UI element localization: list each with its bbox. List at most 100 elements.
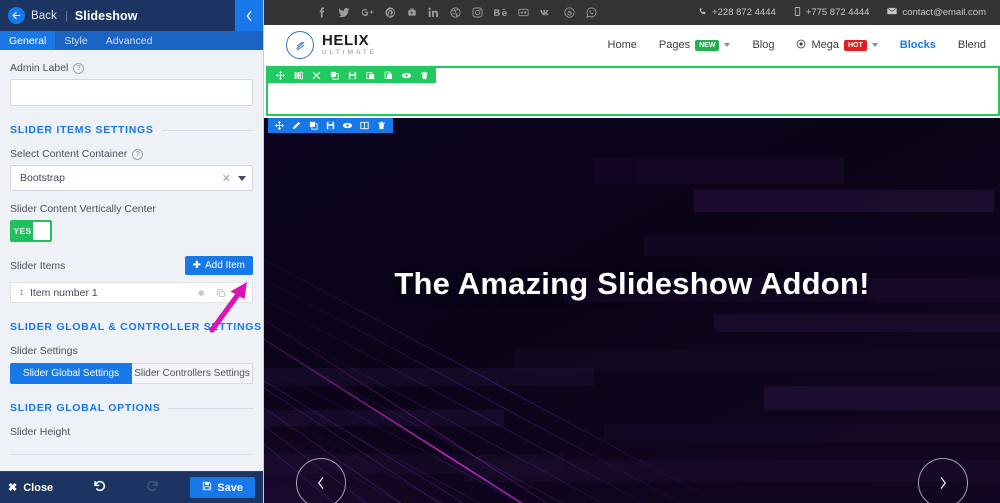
vertically-center-toggle[interactable]: YES [10, 220, 52, 242]
columns-icon[interactable] [289, 68, 307, 83]
dribbble-icon[interactable] [450, 7, 461, 18]
section-slider-global-controller-title: SLIDER GLOBAL & CONTROLLER SETTINGS [10, 321, 262, 333]
trash-icon[interactable] [373, 118, 390, 133]
menu-item-home[interactable]: Home [608, 39, 637, 51]
google-plus-icon[interactable] [361, 7, 374, 18]
back-button[interactable] [8, 7, 25, 24]
divider [10, 454, 253, 455]
select-content-container-text: Select Content Container [10, 148, 128, 160]
chevron-down-icon[interactable] [724, 43, 731, 47]
contact-phone[interactable]: +228 872 4444 [698, 7, 776, 19]
undo-button[interactable] [93, 479, 107, 497]
twitter-icon[interactable] [338, 7, 350, 18]
segment-slider-global-settings[interactable]: Slider Global Settings [10, 363, 132, 384]
contact-mobile[interactable]: +775 872 4444 [794, 6, 870, 19]
linkedin-icon[interactable] [428, 7, 439, 18]
contact-email[interactable]: contact@email.com [887, 7, 986, 18]
collapse-sidebar-button[interactable] [235, 0, 263, 31]
brand-text: HELIX ULTIMATE [322, 33, 377, 57]
mobile-phone-icon [794, 6, 801, 19]
chevron-down-icon[interactable] [238, 175, 246, 181]
question-circle-icon[interactable]: ? [73, 62, 85, 74]
copy-icon[interactable] [305, 118, 322, 133]
menu-item-mega[interactable]: Mega HOT [796, 39, 878, 52]
sidebar-footer: ✖ Close Save [0, 471, 263, 503]
tab-general[interactable]: General [0, 31, 56, 55]
slider-items-label: Slider Items [10, 259, 66, 272]
pinterest-icon[interactable] [385, 7, 396, 18]
envelope-icon [887, 7, 898, 18]
save-icon[interactable] [343, 68, 361, 83]
question-circle-icon[interactable]: ? [132, 148, 144, 160]
behance-icon[interactable] [494, 7, 507, 18]
menu-blog-label: Blog [752, 39, 775, 51]
helix-logo-icon [286, 31, 314, 59]
copy-icon[interactable] [325, 68, 343, 83]
vertically-center-label: Slider Content Vertically Center [10, 203, 253, 215]
menu-item-blend[interactable]: Blend [958, 39, 986, 51]
contact-mobile-text: +775 872 4444 [805, 7, 870, 18]
badge-hot: HOT [844, 39, 867, 51]
save-button[interactable]: Save [190, 477, 255, 498]
trash-icon[interactable] [236, 288, 246, 298]
gear-icon[interactable] [196, 288, 206, 298]
sidebar-header: Back | Slideshow [0, 0, 263, 31]
contact-email-text: contact@email.com [902, 7, 986, 18]
tab-advanced[interactable]: Advanced [97, 31, 162, 50]
slider-item-row[interactable]: ↕ Item number 1 [10, 282, 253, 303]
trash-icon[interactable] [415, 68, 433, 83]
chevron-down-icon[interactable] [871, 43, 878, 47]
eye-icon[interactable] [397, 68, 415, 83]
edit-pencil-icon[interactable] [288, 118, 305, 133]
menu-mega-label: Mega [811, 39, 839, 51]
close-icon[interactable] [307, 68, 325, 83]
copy-icon[interactable] [216, 288, 226, 298]
segment-slider-controllers-settings[interactable]: Slider Controllers Settings [132, 363, 253, 384]
mega-icon [796, 39, 806, 52]
skype-icon[interactable] [564, 7, 575, 18]
duplicate-icon[interactable] [379, 68, 397, 83]
contact-phone-text: +228 872 4444 [712, 7, 776, 18]
move-icon[interactable] [271, 118, 288, 133]
eye-icon[interactable] [339, 118, 356, 133]
instagram-icon[interactable] [472, 7, 483, 18]
close-x-icon: ✖ [8, 482, 18, 494]
tab-style[interactable]: Style [55, 31, 96, 50]
vertically-center-text: Slider Content Vertically Center [10, 203, 156, 215]
facebook-icon[interactable] [316, 7, 327, 18]
add-item-button[interactable]: ✚ Add Item [184, 256, 253, 275]
close-label: Close [23, 481, 54, 494]
slideshow-next-button[interactable] [918, 458, 968, 503]
slideshow-prev-button[interactable] [296, 458, 346, 503]
whatsapp-icon[interactable] [586, 7, 597, 18]
header-separator: | [64, 9, 68, 22]
preview-topbar: +228 872 4444 +775 872 4444 contact@emai… [264, 0, 1000, 25]
menu-item-blog[interactable]: Blog [752, 39, 774, 51]
site-logo[interactable]: HELIX ULTIMATE [286, 31, 377, 59]
close-button[interactable]: ✖ Close [8, 481, 54, 495]
slideshow-background [264, 118, 1000, 503]
slideshow-title: The Amazing Slideshow Addon! [394, 266, 870, 301]
save-icon[interactable] [322, 118, 339, 133]
menu-item-pages[interactable]: Pages NEW [659, 39, 731, 51]
youtube-icon[interactable] [407, 7, 417, 18]
select-content-container-dropdown[interactable]: Bootstrap ✕ [10, 165, 253, 191]
admin-label-text: Admin Label [10, 62, 69, 74]
menu-item-blocks[interactable]: Blocks [900, 39, 936, 51]
flickr-icon[interactable] [518, 7, 529, 18]
paste-icon[interactable] [361, 68, 379, 83]
redo-button[interactable] [145, 479, 159, 497]
main-menu: Home Pages NEW Blog Mega HOT Blocks Blen… [608, 39, 986, 52]
toggle-knob [33, 222, 50, 240]
drag-handle-icon[interactable]: ↕ [19, 287, 24, 298]
slider-settings-segmented-control: Slider Global Settings Slider Controller… [10, 363, 253, 384]
badge-new: NEW [695, 39, 720, 51]
close-icon[interactable]: ✕ [222, 172, 231, 185]
vk-icon[interactable] [540, 7, 553, 18]
admin-label-input[interactable] [10, 79, 253, 106]
back-label[interactable]: Back [31, 10, 57, 22]
move-icon[interactable] [271, 68, 289, 83]
admin-label-label: Admin Label ? [10, 62, 253, 74]
columns-icon[interactable] [356, 118, 373, 133]
menu-home-label: Home [607, 39, 637, 51]
